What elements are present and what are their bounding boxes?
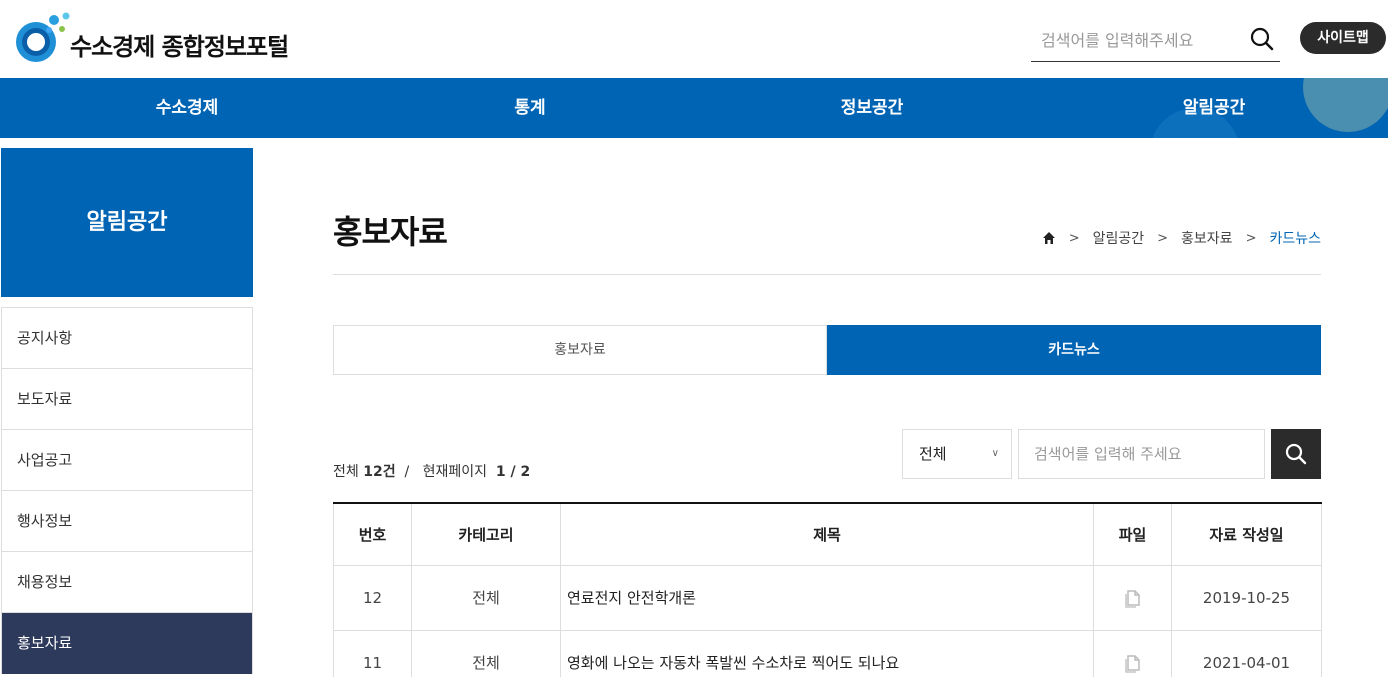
table-header-row: 번호 카테고리 제목 파일 자료 작성일: [333, 503, 1322, 566]
list-count: 전체 12건 / 현재페이지 1 / 2: [333, 461, 530, 481]
row-number: 11: [333, 630, 412, 677]
gnb-item-statistics[interactable]: 통계: [490, 78, 570, 138]
page-value: 1 / 2: [495, 464, 531, 480]
gnb-item-info-space[interactable]: 정보공간: [825, 78, 919, 138]
search-icon: [1285, 443, 1307, 465]
list-search: [1018, 429, 1265, 479]
search-icon[interactable]: [1249, 26, 1275, 52]
chevron-right-icon: >: [1157, 230, 1169, 246]
tab-promotion[interactable]: 홍보자료: [333, 325, 827, 375]
file-icon[interactable]: [1123, 653, 1143, 673]
search-button[interactable]: [1271, 429, 1321, 479]
total-count: 12건: [363, 464, 396, 480]
row-title-link[interactable]: 영화에 나오는 자동차 폭발씬 수소차로 찍어도 되나요: [560, 630, 1094, 677]
page-title: 홍보자료: [333, 213, 448, 251]
list-search-input[interactable]: [1019, 430, 1264, 478]
divider: [333, 274, 1321, 275]
column-header: 제목: [560, 503, 1094, 566]
content-tabs: 홍보자료 카드뉴스: [333, 325, 1321, 375]
sidebar-menu: 공지사항 보도자료 사업공고 행사정보 채용정보 홍보자료: [1, 307, 253, 674]
page-label: 현재페이지: [422, 464, 487, 480]
chevron-right-icon: >: [1245, 230, 1257, 246]
breadcrumb-item[interactable]: 알림공간: [1093, 228, 1145, 248]
column-header: 파일: [1093, 503, 1172, 566]
tab-card-news[interactable]: 카드뉴스: [827, 325, 1321, 375]
sidebar-item-promotion[interactable]: 홍보자료: [2, 613, 252, 674]
sidebar-item-press[interactable]: 보도자료: [2, 369, 252, 430]
chevron-down-icon: ∨: [991, 448, 999, 459]
row-title-link[interactable]: 연료전지 안전학개론: [560, 565, 1094, 631]
row-category: 전체: [411, 630, 561, 677]
gnb-item-hydrogen-economy[interactable]: 수소경제: [130, 78, 244, 138]
row-date: 2021-04-01: [1171, 630, 1322, 677]
file-icon[interactable]: [1123, 588, 1143, 608]
row-file: [1093, 630, 1172, 677]
breadcrumb-item[interactable]: 홍보자료: [1181, 228, 1233, 248]
site-header: 수소경제 종합정보포털 사이트맵: [0, 0, 1388, 78]
decorative-circle: [1303, 78, 1388, 132]
category-select[interactable]: 전체 ∨: [902, 429, 1012, 479]
row-file: [1093, 565, 1172, 631]
sidebar-item-recruit[interactable]: 채용정보: [2, 552, 252, 613]
sidebar-item-business[interactable]: 사업공고: [2, 430, 252, 491]
sitemap-button[interactable]: 사이트맵: [1300, 22, 1386, 54]
gnb-item-notice-space[interactable]: 알림공간: [1167, 78, 1261, 138]
column-header: 자료 작성일: [1171, 503, 1322, 566]
table-row: 11 전체 영화에 나오는 자동차 폭발씬 수소차로 찍어도 되나요 2021-…: [333, 630, 1322, 677]
column-header: 번호: [333, 503, 412, 566]
category-select-value: 전체: [919, 445, 947, 463]
table-row: 12 전체 연료전지 안전학개론 2019-10-25: [333, 565, 1322, 631]
row-date: 2019-10-25: [1171, 565, 1322, 631]
site-title[interactable]: 수소경제 종합정보포털: [70, 27, 289, 62]
row-category: 전체: [411, 565, 561, 631]
data-table: 번호 카테고리 제목 파일 자료 작성일 12 전체 연료전지 안전학개론 20…: [333, 502, 1322, 677]
sidebar-item-events[interactable]: 행사정보: [2, 491, 252, 552]
row-number: 12: [333, 565, 412, 631]
header-search: [1031, 18, 1280, 62]
header-search-input[interactable]: [1031, 22, 1241, 58]
total-label: 전체: [333, 464, 359, 480]
sidebar-item-notices[interactable]: 공지사항: [2, 308, 252, 369]
chevron-right-icon: >: [1068, 230, 1080, 246]
logo-icon[interactable]: [14, 10, 74, 68]
breadcrumb: > 알림공간 > 홍보자료 > 카드뉴스: [1042, 228, 1321, 248]
home-icon[interactable]: [1042, 231, 1056, 245]
breadcrumb-current[interactable]: 카드뉴스: [1269, 228, 1321, 248]
column-header: 카테고리: [411, 503, 561, 566]
lnb-title: 알림공간: [1, 148, 253, 297]
separator: /: [404, 464, 410, 480]
main-navigation: 수소경제 통계 정보공간 알림공간: [0, 78, 1388, 138]
